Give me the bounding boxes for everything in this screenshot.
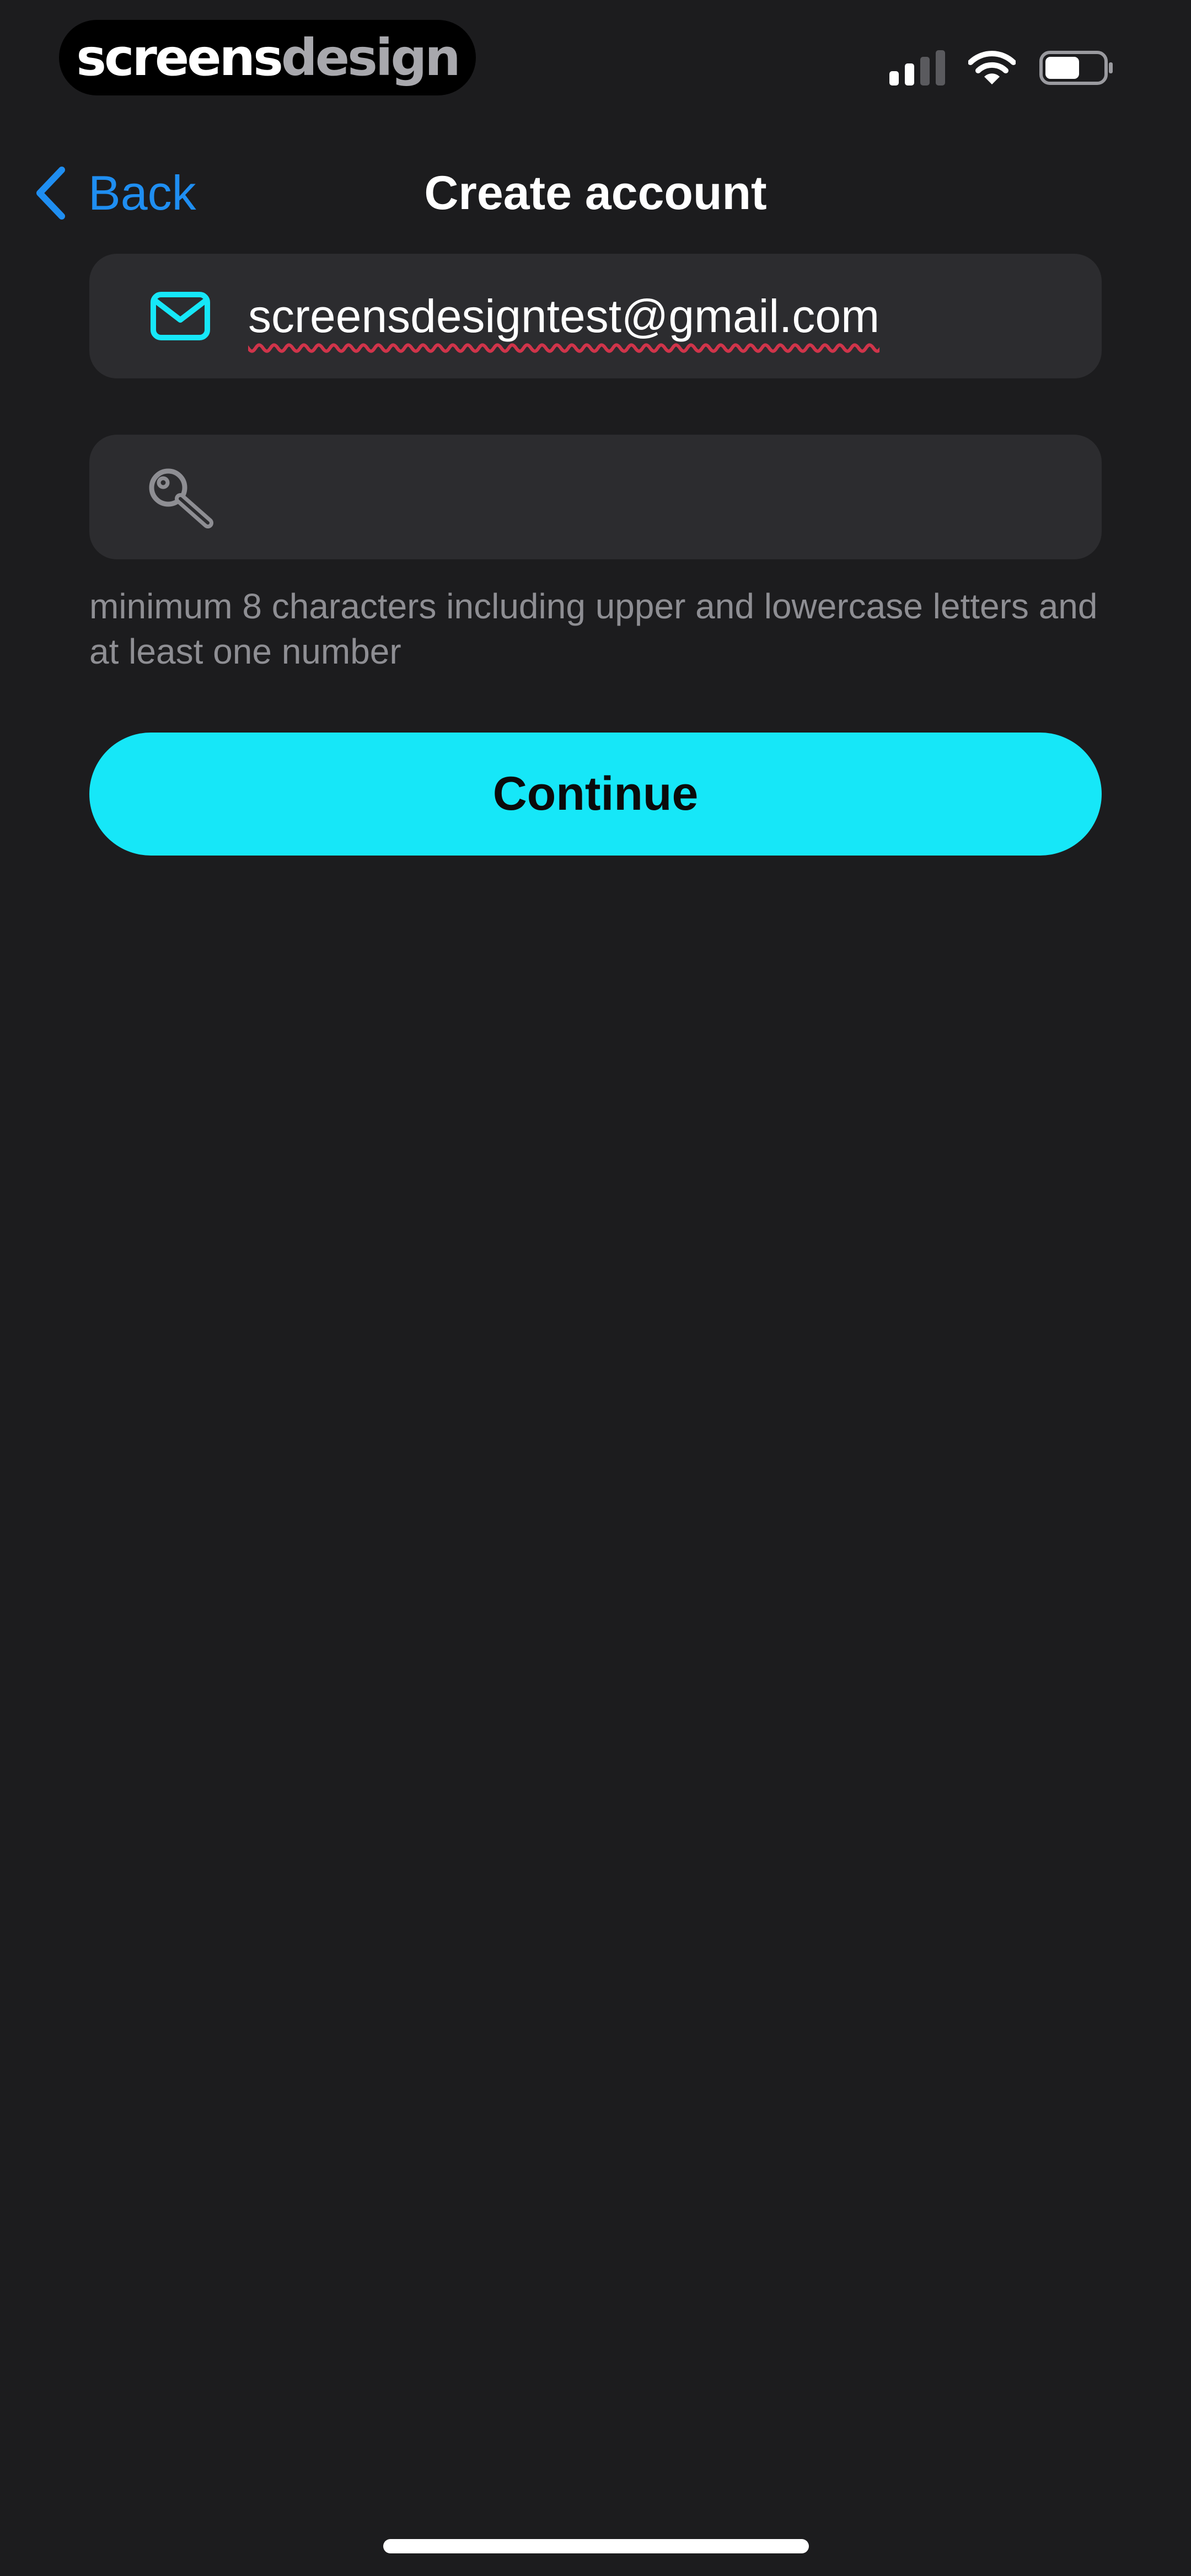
brand-logo-part2: design [281, 28, 461, 87]
brand-badge: screensdesign [59, 20, 476, 95]
password-input[interactable] [248, 470, 1075, 524]
battery-icon [1039, 51, 1113, 85]
page-title: Create account [424, 166, 767, 220]
continue-button[interactable]: Continue [89, 733, 1102, 856]
brand-logo-part1: screens [76, 28, 283, 87]
key-icon [149, 468, 213, 528]
home-indicator [383, 2539, 809, 2553]
field-icon-wrapper [144, 466, 216, 528]
status-icons [889, 49, 1115, 87]
field-icon-wrapper [144, 291, 216, 341]
create-account-screen: screensdesign Back Create account screen… [0, 0, 1191, 2576]
password-hint: minimum 8 characters including upper and… [89, 586, 1098, 671]
email-input[interactable]: screensdesigntest@gmail.com [248, 290, 1075, 343]
wifi-icon [968, 51, 1016, 84]
brand-logo: screensdesign [76, 32, 461, 83]
mail-icon [151, 292, 210, 340]
password-field[interactable] [89, 435, 1102, 559]
email-field[interactable]: screensdesigntest@gmail.com [89, 254, 1102, 378]
signal-icon [889, 50, 945, 85]
